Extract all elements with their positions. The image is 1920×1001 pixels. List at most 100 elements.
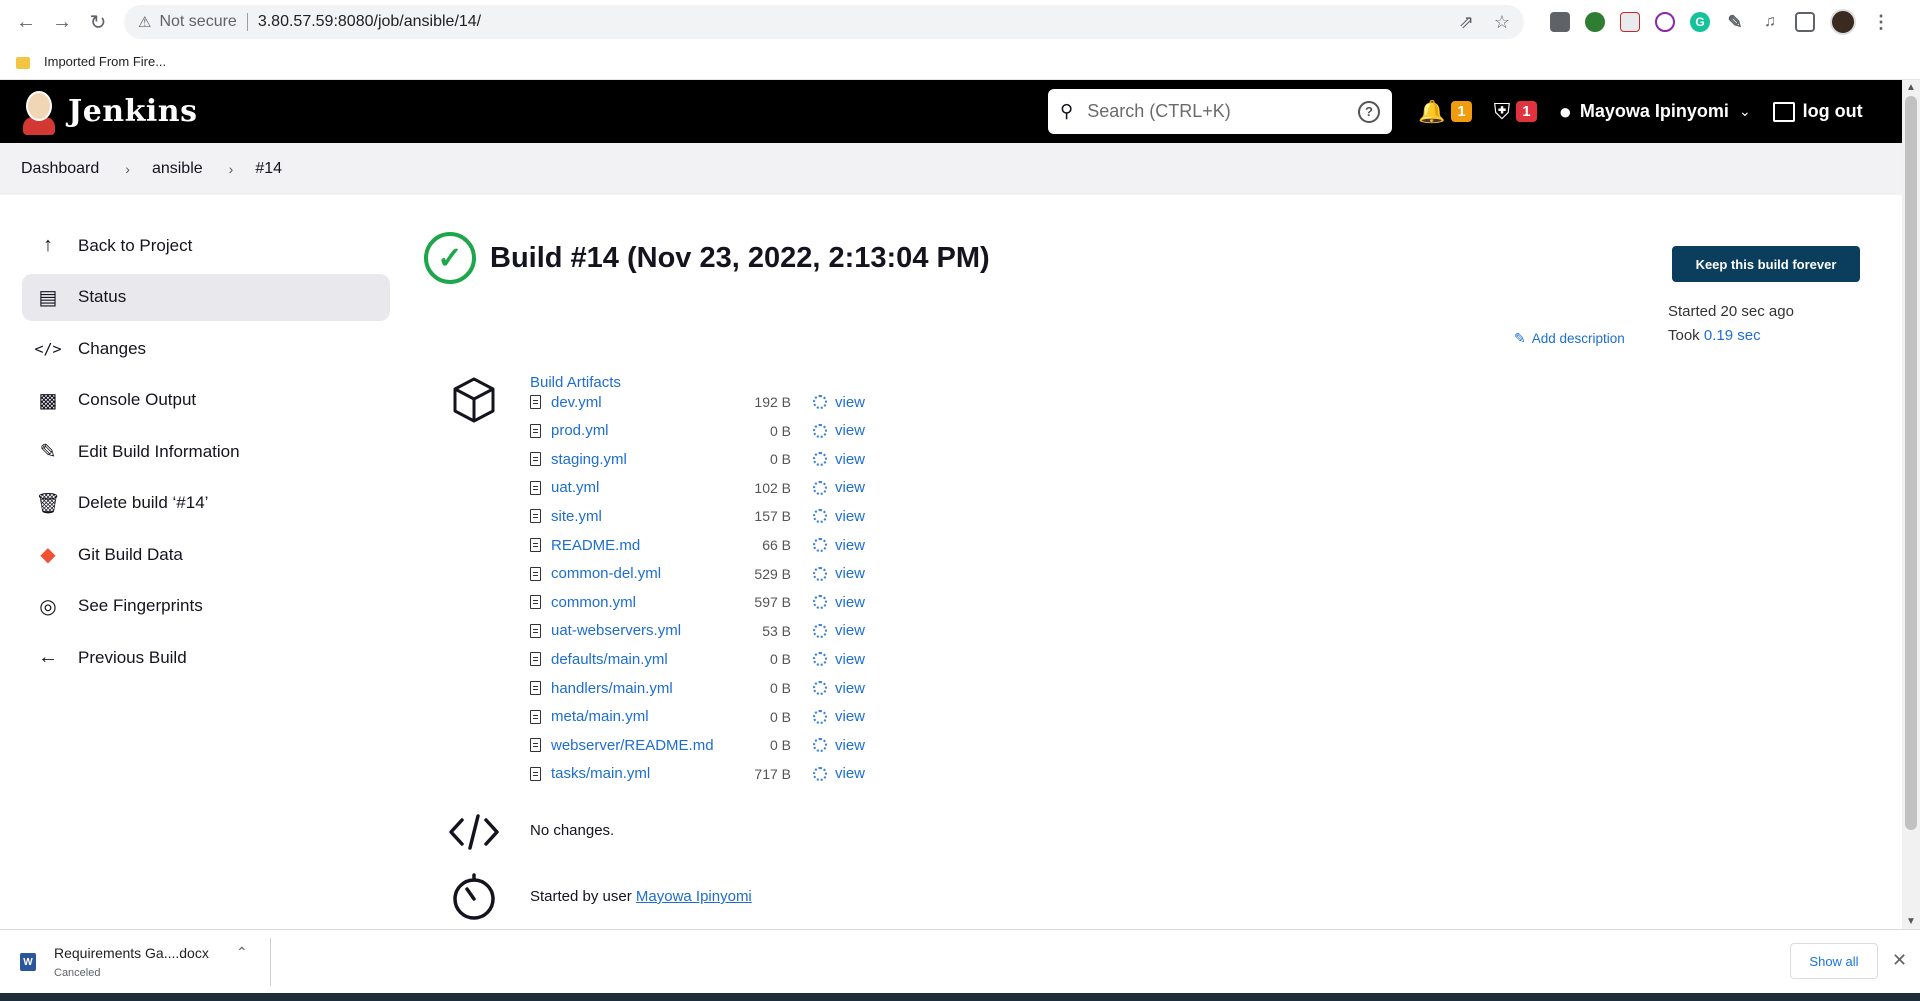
- fingerprint-icon[interactable]: [813, 509, 827, 524]
- artifact-view-link[interactable]: view: [835, 765, 865, 782]
- fingerprint-icon[interactable]: [813, 738, 827, 753]
- page-title: Build #14 (Nov 23, 2022, 2:13:04 PM): [490, 241, 990, 274]
- puzzle-icon[interactable]: ✎: [1725, 12, 1745, 32]
- artifact-view-link[interactable]: view: [835, 737, 865, 754]
- sidebar-item-delete-build[interactable]: 🗑 Delete build ‘#14’: [22, 480, 390, 527]
- artifact-view-link[interactable]: view: [835, 565, 865, 582]
- started-by-user-link[interactable]: Mayowa Ipinyomi: [636, 888, 752, 905]
- fingerprint-icon[interactable]: [813, 681, 827, 695]
- fingerprint-icon[interactable]: [813, 566, 827, 581]
- scroll-up-icon[interactable]: ▲: [1906, 82, 1916, 93]
- notifications-button[interactable]: 🔔 1: [1418, 99, 1472, 125]
- artifact-view-link[interactable]: view: [835, 708, 865, 725]
- artifact-file-link[interactable]: site.yml: [551, 508, 741, 525]
- chevron-down-icon[interactable]: ⌄: [1739, 103, 1751, 120]
- add-description-link[interactable]: ✎ Add description: [1514, 330, 1625, 347]
- artifact-view-link[interactable]: view: [835, 680, 865, 697]
- artifact-file-link[interactable]: uat.yml: [551, 479, 741, 496]
- address-separator: [246, 13, 248, 31]
- took-value-link[interactable]: 0.19 sec: [1704, 327, 1761, 344]
- logout-button[interactable]: log out: [1772, 101, 1863, 122]
- artifact-file-size: 102 B: [754, 479, 791, 496]
- profile-avatar[interactable]: [1830, 9, 1856, 35]
- fingerprint-icon[interactable]: [813, 709, 827, 724]
- artifact-file-link[interactable]: common.yml: [551, 594, 741, 611]
- artifact-file-link[interactable]: defaults/main.yml: [551, 651, 741, 668]
- breadcrumb-dashboard[interactable]: Dashboard: [21, 160, 99, 178]
- omnibox-actions: ⇗ ☆: [1459, 5, 1510, 39]
- bookmark-star-icon[interactable]: ☆: [1494, 12, 1510, 33]
- sidebar-item-git-build-data[interactable]: ◆ Git Build Data: [22, 531, 390, 578]
- jenkins-home-link[interactable]: Jenkins: [20, 89, 197, 135]
- keep-build-forever-button[interactable]: Keep this build forever: [1672, 246, 1860, 282]
- artifact-view-link[interactable]: view: [835, 594, 865, 611]
- download-item[interactable]: W Requirements Ga....docx Canceled: [20, 938, 270, 986]
- artifact-file-link[interactable]: tasks/main.yml: [551, 765, 741, 782]
- sidebar-item-see-fingerprints[interactable]: ◎ See Fingerprints: [22, 583, 390, 630]
- artifact-file-link[interactable]: common-del.yml: [551, 565, 741, 582]
- extension-icon[interactable]: [1550, 12, 1570, 32]
- artifact-file-link[interactable]: webserver/README.md: [551, 737, 741, 754]
- artifact-file-link[interactable]: handlers/main.yml: [551, 680, 741, 697]
- breadcrumb-build[interactable]: #14: [255, 160, 282, 178]
- grammarly-icon[interactable]: G: [1690, 12, 1710, 32]
- close-icon[interactable]: ✕: [1892, 950, 1907, 971]
- fingerprint-icon[interactable]: [813, 623, 827, 638]
- search-input[interactable]: [1087, 101, 1358, 122]
- user-menu[interactable]: ● Mayowa Ipinyomi ⌄: [1559, 99, 1751, 125]
- menu-dots-icon[interactable]: ⋮: [1871, 12, 1891, 32]
- sidebar-item-console-output[interactable]: ▩ Console Output: [22, 377, 390, 424]
- bookmark-folder[interactable]: Imported From Fire...: [44, 54, 166, 69]
- sidebar-item-back-to-project[interactable]: ↑ Back to Project: [22, 222, 390, 269]
- artifact-file-link[interactable]: README.md: [551, 537, 741, 554]
- url-text[interactable]: 3.80.57.59:8080/job/ansible/14/: [258, 13, 481, 31]
- artifact-file-size: 157 B: [754, 508, 791, 525]
- fingerprint-icon[interactable]: [813, 452, 827, 467]
- fingerprint-icon[interactable]: [813, 766, 827, 781]
- artifact-file-link[interactable]: prod.yml: [551, 422, 741, 439]
- artifact-file-link[interactable]: dev.yml: [551, 394, 741, 411]
- sidebar-item-previous-build[interactable]: ← Previous Build: [22, 634, 390, 681]
- artifact-file-link[interactable]: staging.yml: [551, 451, 741, 468]
- extension-icon[interactable]: [1655, 12, 1675, 32]
- page-scrollbar[interactable]: ▲ ▼: [1902, 80, 1920, 929]
- extension-icon[interactable]: [1585, 12, 1605, 32]
- forward-arrow-icon[interactable]: →: [44, 4, 80, 40]
- artifact-view-link[interactable]: view: [835, 651, 865, 668]
- artifact-view-link[interactable]: view: [835, 422, 865, 439]
- side-panel-icon[interactable]: [1795, 12, 1815, 32]
- help-icon[interactable]: ?: [1358, 100, 1380, 123]
- search-box[interactable]: ⚲ ?: [1048, 89, 1392, 134]
- artifact-view-link[interactable]: view: [835, 479, 865, 496]
- artifact-file-link[interactable]: uat-webservers.yml: [551, 622, 741, 639]
- fingerprint-icon[interactable]: [813, 652, 827, 667]
- artifact-file-size: 66 B: [762, 537, 791, 553]
- artifact-view-link[interactable]: view: [835, 451, 865, 468]
- sidebar-item-edit-build-information[interactable]: ✎ Edit Build Information: [22, 428, 390, 475]
- user-name[interactable]: Mayowa Ipinyomi: [1580, 101, 1729, 122]
- sidebar-item-status[interactable]: ▤ Status: [22, 273, 390, 321]
- media-icon[interactable]: ♫: [1760, 12, 1780, 32]
- artifact-view-link[interactable]: view: [835, 508, 865, 525]
- artifact-view-link[interactable]: view: [835, 622, 865, 639]
- share-icon[interactable]: ⇗: [1459, 12, 1474, 33]
- fingerprint-icon[interactable]: [813, 538, 827, 552]
- security-button[interactable]: ⛨ 1: [1494, 99, 1537, 125]
- back-arrow-icon[interactable]: ←: [8, 4, 44, 40]
- artifact-file-link[interactable]: meta/main.yml: [551, 708, 741, 725]
- show-all-downloads-button[interactable]: Show all: [1790, 943, 1878, 979]
- scrollbar-thumb[interactable]: [1905, 96, 1917, 830]
- fingerprint-icon[interactable]: [813, 423, 827, 438]
- breadcrumb-job[interactable]: ansible: [152, 160, 203, 178]
- scroll-down-icon[interactable]: ▼: [1906, 916, 1916, 927]
- fingerprint-icon[interactable]: [813, 595, 827, 610]
- extension-icon[interactable]: [1620, 12, 1640, 32]
- address-bar[interactable]: ⚠ Not secure 3.80.57.59:8080/job/ansible…: [124, 5, 1524, 39]
- fingerprint-icon[interactable]: [813, 395, 827, 409]
- artifact-view-link[interactable]: view: [835, 394, 865, 411]
- reload-icon[interactable]: ↻: [80, 4, 116, 40]
- chevron-up-icon[interactable]: ⌃: [236, 944, 248, 961]
- fingerprint-icon[interactable]: [813, 480, 827, 495]
- sidebar-item-changes[interactable]: </> Changes: [22, 325, 390, 372]
- artifact-view-link[interactable]: view: [835, 537, 865, 554]
